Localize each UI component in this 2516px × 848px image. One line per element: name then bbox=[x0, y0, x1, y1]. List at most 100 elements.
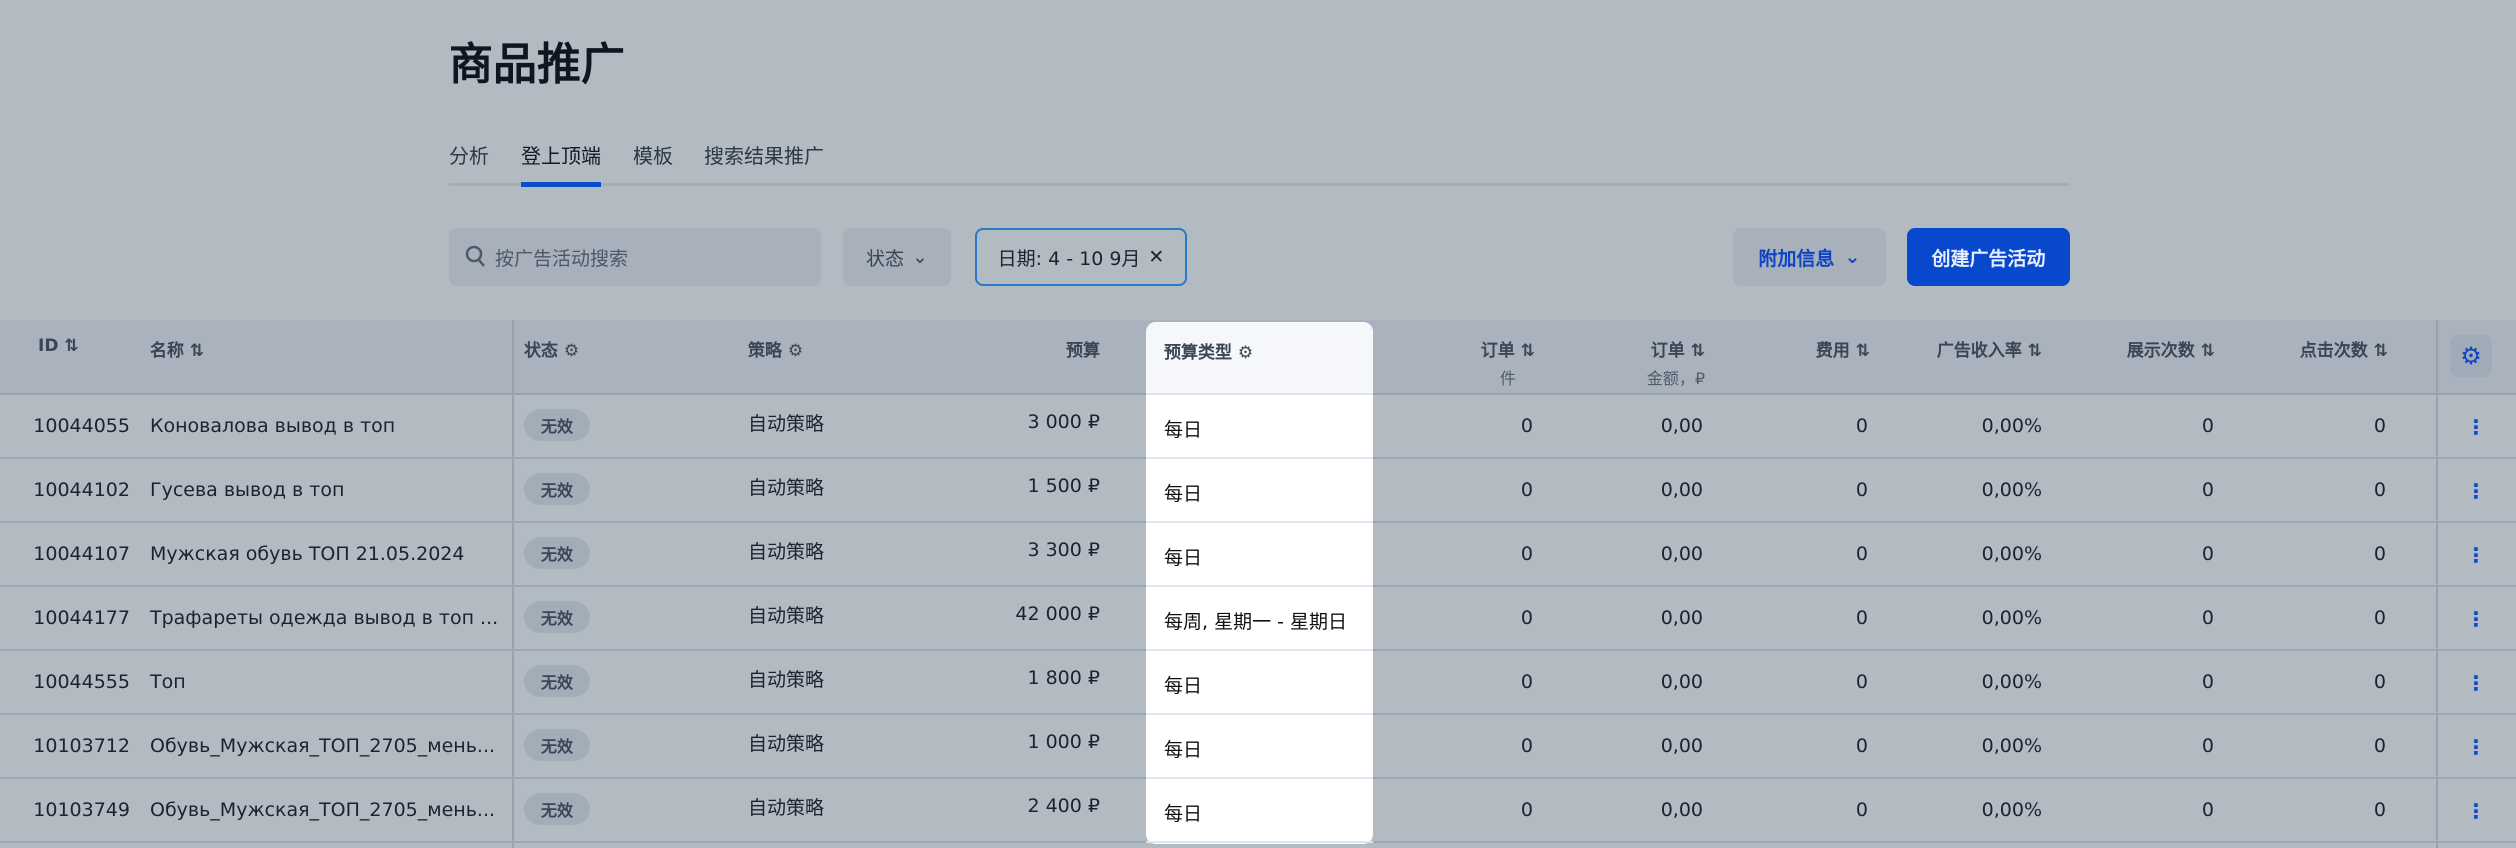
more-icon[interactable]: ⋮ bbox=[2466, 671, 2486, 695]
impressions: 0 bbox=[2201, 479, 2214, 501]
col-strategy[interactable]: 策略 ⚙ bbox=[748, 336, 803, 361]
strategy: 自动策略 bbox=[748, 477, 825, 499]
campaign-id: 10044055 bbox=[33, 415, 130, 437]
more-icon[interactable]: ⋮ bbox=[2466, 735, 2486, 759]
status-filter[interactable]: 状态 ⌄ bbox=[843, 228, 951, 286]
orders-amount: 0,00 bbox=[1660, 479, 1703, 501]
filter-icon: ⚙ bbox=[1237, 343, 1254, 363]
tab-search-promo[interactable]: 搜索结果推广 bbox=[704, 140, 824, 184]
campaign-name[interactable]: Обувь_Мужская_ТОП_2705_мень... bbox=[150, 799, 495, 821]
search-placeholder: 按广告活动搜索 bbox=[495, 247, 629, 270]
col-budget-type[interactable]: 预算类型 ⚙ bbox=[1146, 322, 1373, 395]
cost: 0 bbox=[1855, 799, 1868, 821]
table-settings-button[interactable]: ⚙ bbox=[2450, 335, 2492, 377]
tab-analytics[interactable]: 分析 bbox=[449, 140, 489, 184]
col-drr[interactable]: 广告收入率 ⇅ bbox=[1937, 336, 2042, 361]
campaign-name[interactable]: Обувь_Мужская_ТОП_2705_мень... bbox=[150, 735, 495, 757]
clicks: 0 bbox=[2373, 479, 2386, 501]
orders-amount: 0,00 bbox=[1660, 799, 1703, 821]
drr: 0,00% bbox=[1981, 479, 2042, 501]
campaign-id: 10103712 bbox=[33, 735, 130, 757]
extra-info-label: 附加信息 bbox=[1758, 247, 1835, 270]
cost: 0 bbox=[1855, 543, 1868, 565]
drr: 0,00% bbox=[1981, 671, 2042, 693]
col-status[interactable]: 状态 ⚙ bbox=[524, 336, 579, 361]
col-cost[interactable]: 费用 ⇅ bbox=[1816, 336, 1870, 361]
impressions: 0 bbox=[2201, 543, 2214, 565]
status-badge: 无效 bbox=[524, 729, 590, 761]
orders-amount: 0,00 bbox=[1660, 543, 1703, 565]
orders: 0 bbox=[1520, 671, 1533, 693]
campaign-id: 10044107 bbox=[33, 543, 130, 565]
campaign-name[interactable]: Гусева вывод в топ bbox=[150, 479, 344, 501]
tabs-divider bbox=[449, 183, 2069, 186]
active-tab-indicator bbox=[521, 182, 601, 187]
col-name[interactable]: 名称 ⇅ bbox=[150, 336, 204, 361]
col-budget: 预算 bbox=[1066, 341, 1100, 361]
create-campaign-button[interactable]: 创建广告活动 bbox=[1907, 228, 2070, 286]
budget: 3 000 ₽ bbox=[1027, 411, 1100, 433]
cost: 0 bbox=[1855, 415, 1868, 437]
orders-amount: 0,00 bbox=[1660, 415, 1703, 437]
tab-templates[interactable]: 模板 bbox=[633, 140, 673, 184]
campaign-name[interactable]: Трафареты одежда вывод в топ ... bbox=[150, 607, 498, 629]
more-icon[interactable]: ⋮ bbox=[2466, 479, 2486, 503]
more-icon[interactable]: ⋮ bbox=[2466, 543, 2486, 567]
budget-type: 每日 bbox=[1146, 779, 1373, 843]
gear-icon: ⚙ bbox=[2460, 342, 2482, 370]
budget: 1 500 ₽ bbox=[1027, 475, 1100, 497]
strategy: 自动策略 bbox=[748, 413, 825, 435]
strategy: 自动策略 bbox=[748, 605, 825, 627]
chevron-down-icon: ⌄ bbox=[912, 246, 928, 268]
search-input[interactable]: 按广告活动搜索 bbox=[449, 228, 821, 286]
impressions: 0 bbox=[2201, 415, 2214, 437]
drr: 0,00% bbox=[1981, 735, 2042, 757]
more-icon[interactable]: ⋮ bbox=[2466, 607, 2486, 631]
more-icon[interactable]: ⋮ bbox=[2466, 799, 2486, 823]
budget: 1 000 ₽ bbox=[1027, 731, 1100, 753]
status-badge: 无效 bbox=[524, 473, 590, 505]
campaign-name[interactable]: Коновалова вывод в топ bbox=[150, 415, 395, 437]
budget: 42 000 ₽ bbox=[1015, 603, 1100, 625]
col-orders-amount[interactable]: 订单 ⇅ 金额，₽ bbox=[1647, 336, 1705, 389]
drr: 0,00% bbox=[1981, 415, 2042, 437]
close-icon[interactable]: ✕ bbox=[1148, 246, 1164, 268]
clicks: 0 bbox=[2373, 543, 2386, 565]
cost: 0 bbox=[1855, 671, 1868, 693]
campaign-name[interactable]: Топ bbox=[150, 671, 186, 693]
clicks: 0 bbox=[2373, 415, 2386, 437]
budget-type: 每日 bbox=[1146, 395, 1373, 459]
col-id[interactable]: ID ⇅ bbox=[38, 336, 79, 356]
orders: 0 bbox=[1520, 415, 1533, 437]
budget-type: 每日 bbox=[1146, 459, 1373, 523]
strategy: 自动策略 bbox=[748, 541, 825, 563]
campaign-id: 10044102 bbox=[33, 479, 130, 501]
campaign-id: 10103749 bbox=[33, 799, 130, 821]
tab-top[interactable]: 登上顶端 bbox=[521, 140, 601, 184]
budget-type: 每周, 星期一 - 星期日 bbox=[1146, 587, 1373, 651]
impressions: 0 bbox=[2201, 735, 2214, 757]
orders-amount: 0,00 bbox=[1660, 735, 1703, 757]
search-icon bbox=[465, 245, 485, 267]
clicks: 0 bbox=[2373, 735, 2386, 757]
filter-icon: ⚙ bbox=[563, 341, 580, 361]
col-orders[interactable]: 订单 ⇅ 件 bbox=[1481, 336, 1535, 389]
filter-icon: ⚙ bbox=[787, 341, 804, 361]
impressions: 0 bbox=[2201, 799, 2214, 821]
extra-info-button[interactable]: 附加信息 ⌄ bbox=[1733, 228, 1886, 286]
col-clicks[interactable]: 点击次数 ⇅ bbox=[2300, 336, 2388, 361]
budget-type: 每日 bbox=[1146, 523, 1373, 587]
status-badge: 无效 bbox=[524, 793, 590, 825]
col-impressions[interactable]: 展示次数 ⇅ bbox=[2127, 336, 2215, 361]
cost: 0 bbox=[1855, 479, 1868, 501]
clicks: 0 bbox=[2373, 799, 2386, 821]
orders: 0 bbox=[1520, 479, 1533, 501]
campaign-name[interactable]: Мужская обувь ТОП 21.05.2024 bbox=[150, 543, 464, 565]
orders: 0 bbox=[1520, 799, 1533, 821]
more-icon[interactable]: ⋮ bbox=[2466, 415, 2486, 439]
campaign-id: 10044177 bbox=[33, 607, 130, 629]
status-badge: 无效 bbox=[524, 601, 590, 633]
budget: 2 400 ₽ bbox=[1027, 795, 1100, 817]
chevron-down-icon: ⌄ bbox=[1844, 246, 1861, 268]
date-filter[interactable]: 日期: 4 - 10 9月 ✕ bbox=[975, 228, 1187, 286]
